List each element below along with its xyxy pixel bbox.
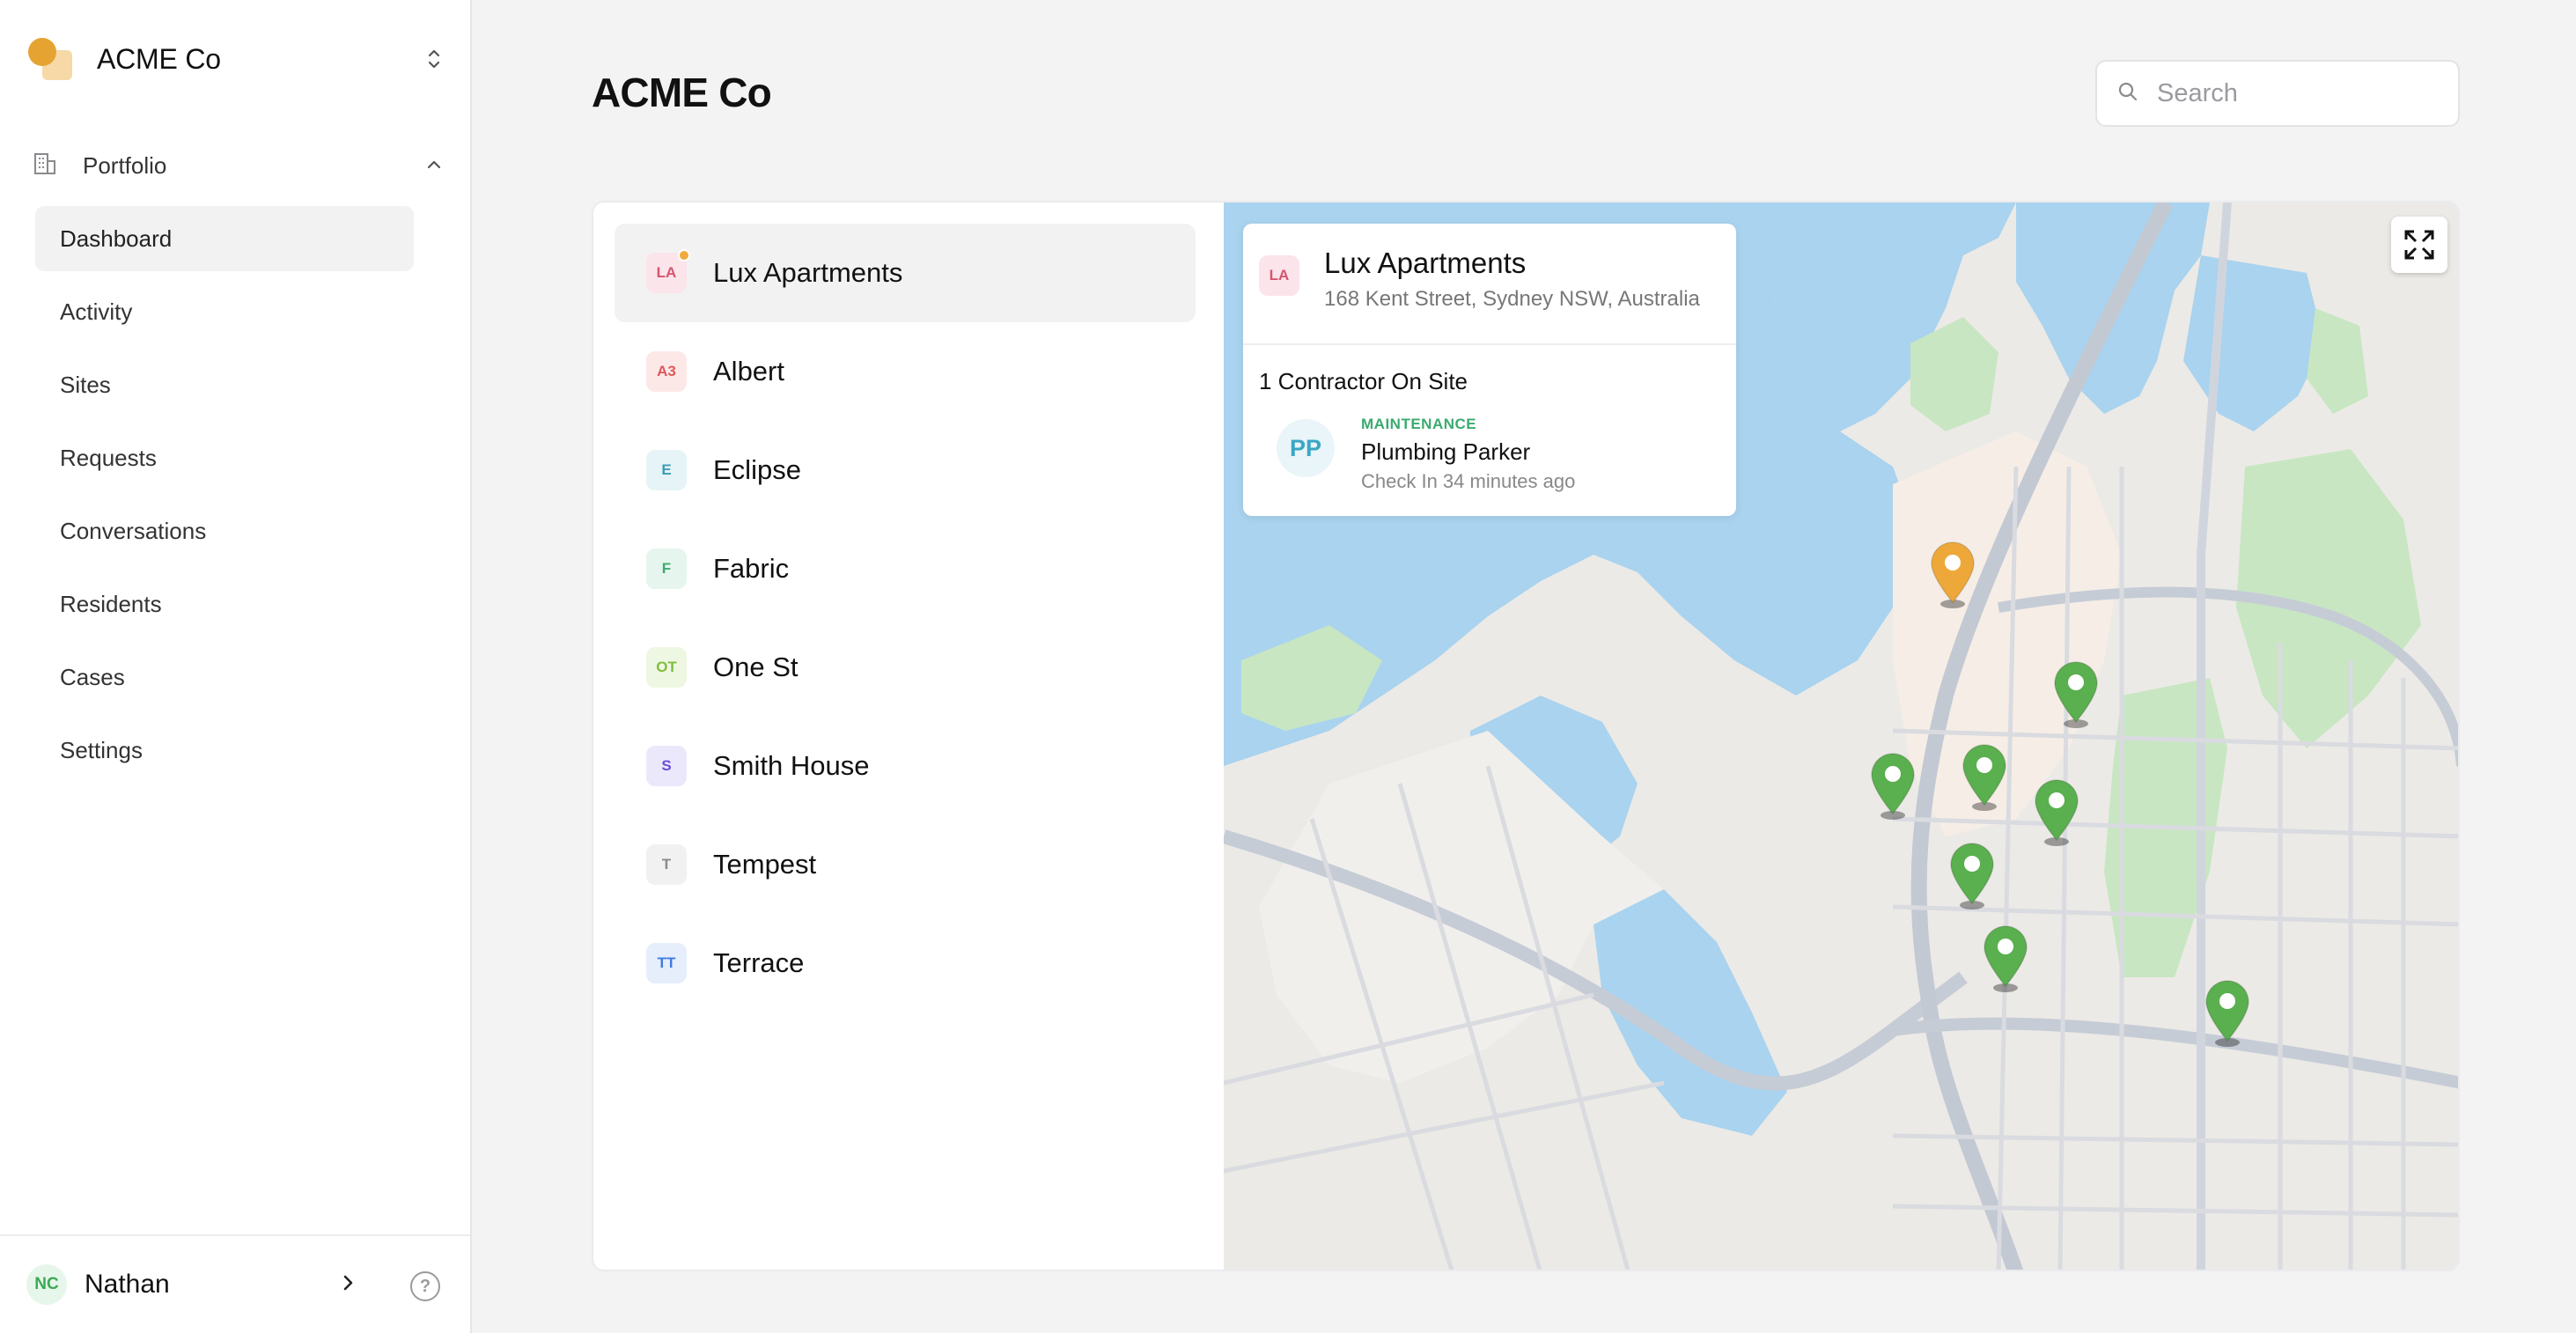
contractor-count: 1 Contractor On Site	[1259, 368, 1468, 394]
site-badge: A3	[646, 351, 687, 392]
nav-item-cases[interactable]: Cases	[35, 644, 414, 710]
nav-item-settings[interactable]: Settings	[35, 718, 414, 783]
contractor-avatar: PP	[1277, 419, 1335, 477]
site-title: Lux Apartments	[1324, 247, 1527, 279]
map-pin[interactable]	[1946, 840, 1998, 910]
org-logo	[26, 34, 74, 84]
search-icon	[2116, 80, 2139, 107]
building-icon	[32, 151, 58, 181]
nav-item-activity[interactable]: Activity	[35, 279, 414, 344]
page-title: ACME Co	[592, 70, 772, 115]
search-input[interactable]	[2157, 78, 2447, 108]
org-name: ACME Co	[97, 42, 221, 75]
user-name: Nathan	[85, 1270, 170, 1299]
fullscreen-button[interactable]	[2391, 217, 2447, 273]
site-name: Lux Apartments	[713, 257, 903, 288]
portfolio-card: LA Lux Apartments A3 Albert E Eclipse F …	[592, 201, 2460, 1271]
map-pin[interactable]	[2050, 659, 2102, 729]
site-badge: E	[646, 450, 687, 490]
site-badge: S	[646, 746, 687, 786]
chevron-updown-icon[interactable]	[419, 44, 449, 74]
site-name: Eclipse	[713, 454, 801, 485]
map-pin[interactable]	[1866, 750, 1919, 821]
site-item[interactable]: OT One St	[615, 618, 1196, 717]
site-item[interactable]: LA Lux Apartments	[615, 224, 1196, 322]
nav-item-residents[interactable]: Residents	[35, 571, 414, 637]
site-item[interactable]: E Eclipse	[615, 421, 1196, 519]
sidebar: ACME Co Portfolio Dashboard Activity Sit…	[0, 0, 472, 1333]
site-name: Tempest	[713, 849, 817, 880]
nav-item-sites[interactable]: Sites	[35, 352, 414, 417]
map-view[interactable]: LA Lux Apartments 168 Kent Street, Sydne…	[1224, 203, 2458, 1270]
alert-dot	[678, 249, 690, 261]
map-pin[interactable]	[1958, 741, 2011, 812]
map-pin[interactable]	[1979, 923, 2032, 993]
nav-item-conversations[interactable]: Conversations	[35, 498, 414, 563]
search-box[interactable]	[2095, 60, 2460, 127]
chevron-up-icon[interactable]	[423, 153, 445, 180]
site-item[interactable]: F Fabric	[615, 519, 1196, 618]
site-info-popup: LA Lux Apartments 168 Kent Street, Sydne…	[1243, 224, 1736, 516]
nav-group-portfolio[interactable]: Portfolio	[32, 144, 445, 187]
expand-icon	[2404, 230, 2434, 260]
site-badge: TT	[646, 943, 687, 983]
org-switcher[interactable]: ACME Co	[26, 32, 449, 86]
site-badge: OT	[646, 647, 687, 688]
map-pin-selected[interactable]	[1926, 539, 1979, 609]
site-item[interactable]: TT Terrace	[615, 914, 1196, 1013]
contractor-category: MAINTENANCE	[1361, 416, 1477, 432]
site-badge: LA	[1259, 255, 1299, 296]
nav-item-requests[interactable]: Requests	[35, 425, 414, 490]
contractor-checkin: Check In 34 minutes ago	[1361, 470, 1576, 492]
site-name: Albert	[713, 356, 784, 387]
nav-group-label: Portfolio	[83, 151, 167, 179]
chevron-right-icon[interactable]	[336, 1271, 359, 1299]
site-list: LA Lux Apartments A3 Albert E Eclipse F …	[615, 224, 1196, 1013]
site-badge: LA	[646, 249, 690, 293]
map-pin[interactable]	[2030, 777, 2083, 847]
site-name: Smith House	[713, 750, 870, 781]
contractor-name[interactable]: Plumbing Parker	[1361, 438, 1530, 466]
site-item[interactable]: T Tempest	[615, 815, 1196, 914]
map-pin[interactable]	[2201, 977, 2254, 1048]
site-item[interactable]: A3 Albert	[615, 322, 1196, 421]
site-item[interactable]: S Smith House	[615, 717, 1196, 815]
nav-list: Dashboard Activity Sites Requests Conver…	[35, 206, 414, 791]
user-avatar: NC	[26, 1264, 67, 1305]
site-name: Fabric	[713, 553, 790, 584]
site-badge: F	[646, 549, 687, 589]
site-name: Terrace	[713, 947, 805, 978]
site-address: 168 Kent Street, Sydney NSW, Australia	[1324, 287, 1700, 311]
site-name: One St	[713, 652, 799, 682]
user-menu[interactable]: NC Nathan ?	[0, 1234, 470, 1333]
site-badge: T	[646, 844, 687, 885]
nav-item-dashboard[interactable]: Dashboard	[35, 206, 414, 271]
help-icon[interactable]: ?	[410, 1271, 440, 1301]
